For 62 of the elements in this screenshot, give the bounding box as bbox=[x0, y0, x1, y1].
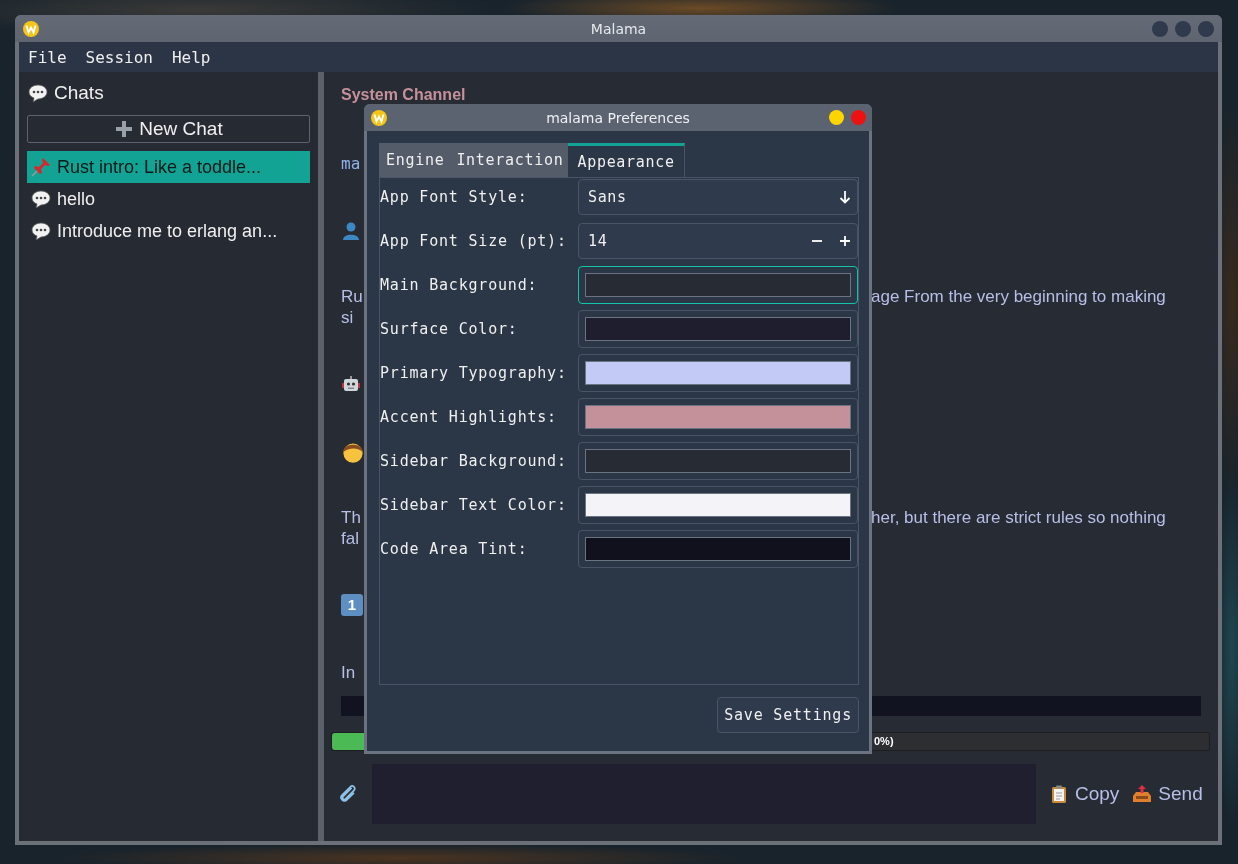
color-picker-field[interactable] bbox=[578, 486, 858, 524]
keycap-badge: 1 bbox=[341, 594, 363, 616]
copy-button[interactable]: Copy bbox=[1036, 783, 1120, 805]
plus-icon bbox=[114, 119, 135, 139]
color-picker-field[interactable] bbox=[578, 398, 858, 436]
message-text: Th bbox=[341, 508, 361, 529]
outbox-tray-icon bbox=[1132, 784, 1153, 804]
menu-item[interactable]: Session bbox=[85, 47, 153, 67]
progress-label: 0%) bbox=[874, 734, 894, 749]
dialog-title: malama Preferences bbox=[546, 109, 690, 126]
code-text: ma bbox=[341, 152, 361, 175]
field-label: App Font Style: bbox=[380, 188, 529, 206]
color-picker-field[interactable] bbox=[578, 354, 858, 392]
field-label: Sidebar Background: bbox=[380, 452, 568, 470]
speech-bubble-icon bbox=[31, 189, 51, 209]
down-arrow-icon bbox=[839, 190, 851, 204]
message-text: age From the very beginning to making bbox=[871, 287, 1166, 308]
chat-list-item[interactable]: hello bbox=[27, 183, 310, 215]
channel-heading: System Channel bbox=[341, 85, 466, 105]
field-label: Main Background: bbox=[380, 276, 539, 294]
field-label: Sidebar Text Color: bbox=[380, 496, 568, 514]
chat-list-item[interactable]: Rust intro: Like a toddle... bbox=[27, 151, 310, 183]
message-text: si bbox=[341, 307, 354, 328]
save-settings-button[interactable]: Save Settings bbox=[717, 697, 859, 733]
color-picker-field[interactable] bbox=[578, 530, 858, 568]
pushpin-icon bbox=[31, 157, 51, 177]
maximize-button[interactable] bbox=[1175, 20, 1191, 37]
field-label: Surface Color: bbox=[380, 320, 519, 338]
robot-icon bbox=[341, 374, 361, 394]
speech-bubble-icon bbox=[28, 83, 48, 103]
message-text: her, but there are strict rules so nothing bbox=[871, 508, 1166, 529]
field-label: Primary Typography: bbox=[380, 364, 568, 382]
message-text: fal bbox=[341, 528, 359, 549]
menu-item[interactable]: File bbox=[28, 47, 67, 67]
minimize-button[interactable] bbox=[829, 110, 844, 125]
color-picker-field[interactable] bbox=[578, 266, 858, 304]
font-size-spinbox[interactable]: 14 bbox=[578, 223, 858, 259]
field-label: Code Area Tint: bbox=[380, 540, 529, 558]
new-chat-button[interactable]: New Chat bbox=[27, 115, 310, 143]
send-button[interactable]: Send bbox=[1119, 783, 1203, 805]
menu-item[interactable]: Help bbox=[171, 47, 211, 67]
speech-bubble-icon bbox=[31, 221, 51, 241]
app-logo-icon bbox=[23, 20, 39, 37]
plus-icon[interactable] bbox=[839, 235, 851, 247]
clipboard-icon bbox=[1049, 784, 1069, 804]
app-logo-icon bbox=[371, 109, 387, 126]
field-label: App Font Size (pt): bbox=[380, 232, 568, 250]
tab[interactable]: Interaction bbox=[449, 143, 569, 177]
minimize-button[interactable] bbox=[1152, 20, 1168, 37]
color-picker-field[interactable] bbox=[578, 310, 858, 348]
person-icon bbox=[341, 221, 361, 241]
font-style-dropdown[interactable]: Sans bbox=[578, 179, 858, 215]
message-text: Ru bbox=[341, 287, 363, 308]
tab[interactable]: Appearance bbox=[568, 143, 685, 177]
window-title: Malama bbox=[590, 20, 647, 37]
chat-list-item[interactable]: Introduce me to erlang an... bbox=[27, 215, 310, 247]
field-label: Accent Highlights: bbox=[380, 408, 558, 426]
color-picker-field[interactable] bbox=[578, 442, 858, 480]
sidebar-heading: Chats bbox=[54, 82, 104, 104]
message-text: In bbox=[341, 663, 356, 683]
close-button[interactable] bbox=[1198, 20, 1214, 37]
tab[interactable]: Engine bbox=[379, 143, 450, 177]
